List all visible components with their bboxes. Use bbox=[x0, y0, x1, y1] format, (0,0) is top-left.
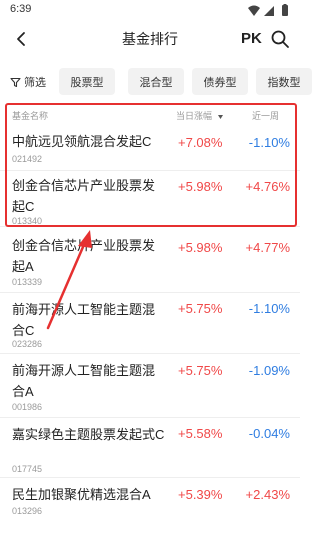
column-name-header: 基金名称 bbox=[12, 111, 49, 121]
column-day-change-header[interactable]: 当日涨幅 bbox=[176, 109, 212, 122]
wifi-icon bbox=[248, 5, 260, 16]
fund-name: 前海开源人工智能主题混合A bbox=[12, 363, 156, 399]
fund-day-change: +5.98% bbox=[178, 240, 223, 255]
fund-week-change: +2.43% bbox=[245, 487, 290, 502]
battery-icon bbox=[282, 4, 288, 16]
pk-button[interactable]: PK bbox=[241, 30, 262, 47]
fund-row[interactable]: 创金合信芯片产业股票发起C 013340 +5.98% +4.76% bbox=[0, 171, 300, 227]
filter-button[interactable]: 筛选 bbox=[10, 72, 46, 92]
status-bar: 6:39 bbox=[0, 0, 300, 22]
fund-code: 013296 bbox=[12, 506, 43, 516]
fund-day-change: +5.39% bbox=[178, 487, 223, 502]
column-week-change-header[interactable]: 近一周 bbox=[252, 109, 279, 122]
fund-day-change: +5.98% bbox=[178, 179, 223, 194]
fund-name: 前海开源人工智能主题混合C bbox=[12, 302, 156, 338]
chevron-left-icon bbox=[17, 32, 25, 46]
tab-hybrid[interactable]: 混合型 bbox=[128, 68, 184, 95]
fund-code: 023286 bbox=[12, 339, 43, 349]
signal-icon bbox=[264, 6, 274, 16]
column-header-row: 基金名称 当日涨幅 近一周 bbox=[0, 106, 300, 124]
tab-stock[interactable]: 股票型 bbox=[59, 68, 115, 95]
fund-row[interactable]: 民生加银聚优精选混合A 013296 +5.39% +2.43% bbox=[0, 478, 300, 533]
tab-bond[interactable]: 债券型 bbox=[192, 68, 248, 95]
header-bar: 基金排行 PK bbox=[0, 24, 300, 54]
status-icons bbox=[246, 4, 292, 18]
fund-week-change: -1.09% bbox=[248, 363, 290, 378]
search-icon bbox=[271, 30, 289, 48]
fund-row[interactable]: 前海开源人工智能主题混合C 023286 +5.75% -1.10% bbox=[0, 293, 300, 354]
fund-row[interactable]: 中航远见领航混合发起C 021492 +7.08% -1.10% bbox=[0, 124, 300, 171]
fund-code: 021492 bbox=[12, 154, 43, 164]
filter-label: 筛选 bbox=[24, 77, 46, 89]
fund-week-change: -1.10% bbox=[248, 135, 290, 150]
filter-icon bbox=[10, 77, 21, 87]
status-time: 6:39 bbox=[10, 3, 32, 15]
fund-row[interactable]: 嘉实绿色主题股票发起式C 017745 +5.58% -0.04% bbox=[0, 418, 300, 478]
fund-week-change: +4.77% bbox=[245, 240, 290, 255]
fund-code: 013339 bbox=[12, 277, 43, 287]
fund-week-change: -0.04% bbox=[248, 426, 290, 441]
fund-week-change: -1.10% bbox=[248, 301, 290, 316]
fund-name: 创金合信芯片产业股票发起A bbox=[12, 238, 156, 274]
fund-code: 001986 bbox=[12, 402, 43, 412]
fund-name: 民生加银聚优精选混合A bbox=[12, 487, 151, 502]
sort-descending-icon[interactable] bbox=[218, 112, 223, 120]
fund-code: 013340 bbox=[12, 216, 43, 226]
fund-day-change: +5.58% bbox=[178, 426, 223, 441]
tab-index[interactable]: 指数型 bbox=[256, 68, 312, 95]
fund-row[interactable]: 前海开源人工智能主题混合A 001986 +5.75% -1.09% bbox=[0, 354, 300, 418]
fund-day-change: +5.75% bbox=[178, 363, 223, 378]
back-button[interactable] bbox=[10, 28, 32, 50]
search-button[interactable] bbox=[270, 29, 290, 49]
fund-code: 017745 bbox=[12, 464, 43, 474]
fund-name: 中航远见领航混合发起C bbox=[12, 134, 152, 149]
fund-name: 创金合信芯片产业股票发起C bbox=[12, 178, 156, 214]
fund-row[interactable]: 创金合信芯片产业股票发起A 013339 +5.98% +4.77% bbox=[0, 231, 300, 293]
fund-day-change: +7.08% bbox=[178, 135, 223, 150]
filter-row: 筛选 股票型 混合型 债券型 指数型 bbox=[0, 68, 312, 96]
fund-day-change: +5.75% bbox=[178, 301, 223, 316]
fund-name: 嘉实绿色主题股票发起式C bbox=[12, 427, 165, 442]
fund-week-change: +4.76% bbox=[245, 179, 290, 194]
